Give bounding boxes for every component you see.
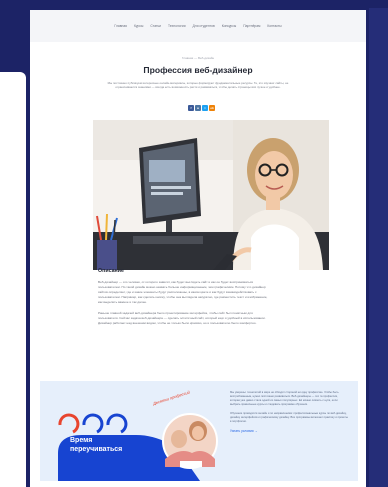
article-page: Главная Курсы Статьи Технологии Для студ… [30,10,366,487]
background-card-left [0,72,26,487]
social-share: f в t ok [188,105,215,111]
section-heading: Описание [98,268,124,274]
promo-paragraph: Обучение проводится онлайн и по направле… [230,412,348,423]
background-card-right [369,8,388,487]
promo-graphic: Десятки профессий [58,389,218,481]
promo-text: Мы уверены: технологий в мире не обходят… [230,391,348,433]
nav-item-tech[interactable]: Технологии [168,24,186,28]
nav-item-contacts[interactable]: Контакты [267,24,281,28]
vk-icon[interactable]: в [195,105,201,111]
promo-title: Время переучиваться [70,436,122,454]
promo-tag: Десятки профессий [151,389,191,406]
hero-image [93,120,329,270]
article-content: Описание Веб-дизайнер — это человек, от … [98,268,270,332]
promo-link[interactable]: Узнать условия → [230,429,348,433]
nav-item-courses[interactable]: Курсы [134,24,143,28]
nav-item-contests[interactable]: Конкурсы [222,24,237,28]
odnoklassniki-icon[interactable]: ok [209,105,215,111]
promo-paragraph: Мы уверены: технологий в мире не обходят… [230,391,339,406]
promo-title-line: Время [70,437,93,444]
promo-title-line: переучиваться [70,446,123,453]
facebook-icon[interactable]: f [188,105,194,111]
nav-item-students[interactable]: Для студентов [193,24,215,28]
nav-item-articles[interactable]: Статьи [150,24,161,28]
nav-item-partners[interactable]: Партнёрам [243,24,260,28]
page-lead: Мы постоянно публикуем интересные онлайн… [107,81,289,90]
breadcrumb[interactable]: Главная — Веб-дизайн [30,56,366,60]
nav-item-home[interactable]: Главная [114,24,127,28]
twitter-icon[interactable]: t [202,105,208,111]
article-paragraph: Веб-дизайнер — это человек, от которого … [98,280,268,304]
top-navigation: Главная Курсы Статьи Технологии Для студ… [30,10,366,42]
page-title: Профессия веб-дизайнер [143,65,253,75]
article-paragraph: Раньше главной задачей веб-дизайнера был… [98,311,266,325]
